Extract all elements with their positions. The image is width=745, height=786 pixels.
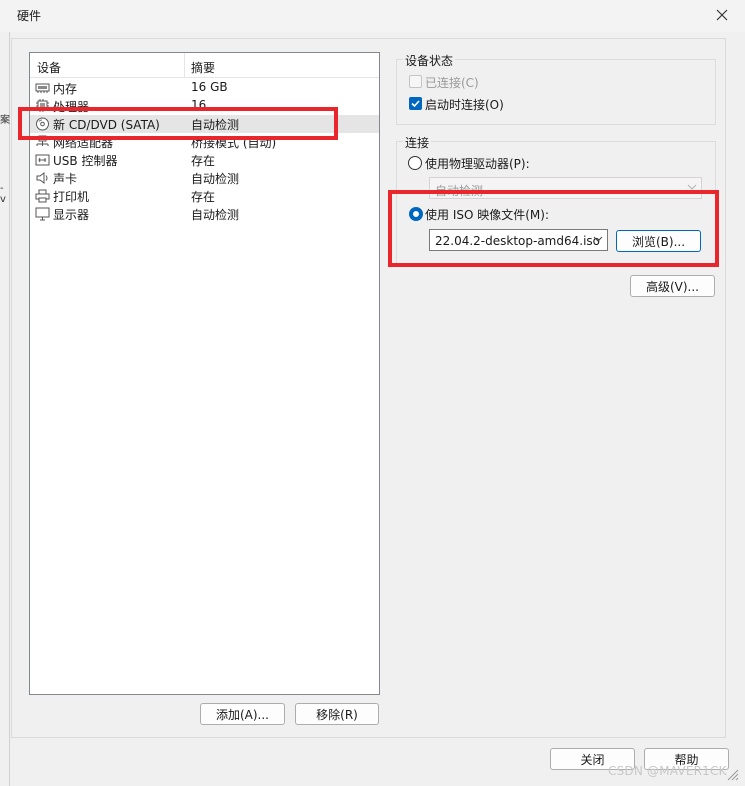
device-summary: 存在 bbox=[191, 190, 216, 204]
cd-dvd-icon bbox=[36, 117, 49, 131]
connect-at-power-on-label: 启动时连接(O) bbox=[425, 98, 504, 112]
advanced-button[interactable]: 高级(V)... bbox=[630, 275, 715, 297]
device-name: 内存 bbox=[53, 82, 78, 96]
browse-button[interactable]: 浏览(B)... bbox=[616, 230, 701, 252]
device-row-sound-card[interactable]: 声卡 自动检测 bbox=[30, 169, 379, 187]
physical-drive-select[interactable]: 自动检测 bbox=[429, 177, 702, 199]
device-summary: 桥接模式 (自动) bbox=[191, 136, 277, 150]
device-name: 显示器 bbox=[53, 208, 90, 222]
window-title: 硬件 bbox=[17, 9, 42, 23]
monitor-icon bbox=[35, 207, 50, 221]
device-list[interactable]: 设备 摘要 内存 16 GB 处理器 16 新 CD/DVD (SATA) 自动… bbox=[29, 52, 380, 695]
column-header-summary[interactable]: 摘要 bbox=[191, 59, 215, 76]
device-summary: 自动检测 bbox=[191, 208, 240, 222]
connected-label: 已连接(C) bbox=[425, 76, 479, 90]
close-window-button[interactable] bbox=[707, 2, 737, 28]
device-name: 打印机 bbox=[53, 190, 90, 204]
watermark: CSDN @MAVER1CK bbox=[608, 764, 727, 778]
device-name: USB 控制器 bbox=[53, 154, 118, 168]
device-row-cd-dvd[interactable]: 新 CD/DVD (SATA) 自动检测 bbox=[30, 115, 379, 133]
title-bar: 硬件 bbox=[0, 0, 745, 32]
device-summary: 16 bbox=[191, 98, 207, 112]
device-status-title: 设备状态 bbox=[403, 52, 456, 69]
iso-file-select[interactable]: 22.04.2-desktop-amd64.iso bbox=[429, 229, 608, 251]
device-name: 声卡 bbox=[53, 172, 78, 186]
speaker-icon bbox=[36, 172, 48, 184]
device-summary: 16 GB bbox=[191, 80, 228, 94]
device-row-printer[interactable]: 打印机 存在 bbox=[30, 187, 379, 205]
column-header-device[interactable]: 设备 bbox=[37, 59, 61, 76]
device-summary: 存在 bbox=[191, 154, 216, 168]
chevron-down-icon bbox=[593, 236, 603, 242]
resize-grip-icon[interactable] bbox=[724, 766, 740, 782]
background-text-fragment: -v bbox=[0, 183, 6, 205]
device-name: 新 CD/DVD (SATA) bbox=[53, 118, 160, 132]
device-list-header: 设备 摘要 bbox=[30, 53, 379, 78]
device-name: 网络适配器 bbox=[53, 136, 114, 150]
device-row-usb-controller[interactable]: USB 控制器 存在 bbox=[30, 151, 379, 169]
printer-icon bbox=[35, 189, 50, 203]
physical-drive-select-value: 自动检测 bbox=[435, 184, 484, 198]
remove-device-button[interactable]: 移除(R) bbox=[295, 703, 379, 725]
connected-checkbox[interactable] bbox=[409, 75, 422, 88]
device-name: 处理器 bbox=[53, 100, 90, 114]
connect-at-power-on-checkbox[interactable] bbox=[409, 97, 422, 110]
physical-drive-label: 使用物理驱动器(P): bbox=[425, 157, 530, 171]
chevron-down-icon bbox=[687, 184, 697, 190]
device-row-processor[interactable]: 处理器 16 bbox=[30, 97, 379, 115]
add-device-button[interactable]: 添加(A)... bbox=[200, 703, 285, 725]
iso-image-radio[interactable] bbox=[409, 207, 423, 221]
usb-icon bbox=[35, 154, 50, 166]
device-summary: 自动检测 bbox=[191, 172, 240, 186]
device-row-network-adapter[interactable]: 网络适配器 桥接模式 (自动) bbox=[30, 133, 379, 151]
device-summary: 自动检测 bbox=[191, 118, 240, 132]
checkmark-icon bbox=[411, 100, 420, 108]
device-row-display[interactable]: 显示器 自动检测 bbox=[30, 205, 379, 223]
connection-title: 连接 bbox=[403, 134, 432, 151]
iso-file-value: 22.04.2-desktop-amd64.iso bbox=[435, 234, 600, 248]
device-row-memory[interactable]: 内存 16 GB bbox=[30, 79, 379, 97]
iso-image-label: 使用 ISO 映像文件(M): bbox=[425, 208, 549, 222]
network-adapter-icon bbox=[36, 135, 49, 146]
memory-icon bbox=[35, 83, 50, 93]
close-icon bbox=[716, 9, 728, 21]
background-window-edge: 案 -v bbox=[0, 32, 10, 786]
processor-icon bbox=[36, 99, 49, 112]
background-text-fragment: 案 bbox=[0, 115, 10, 126]
physical-drive-radio[interactable] bbox=[408, 156, 422, 170]
